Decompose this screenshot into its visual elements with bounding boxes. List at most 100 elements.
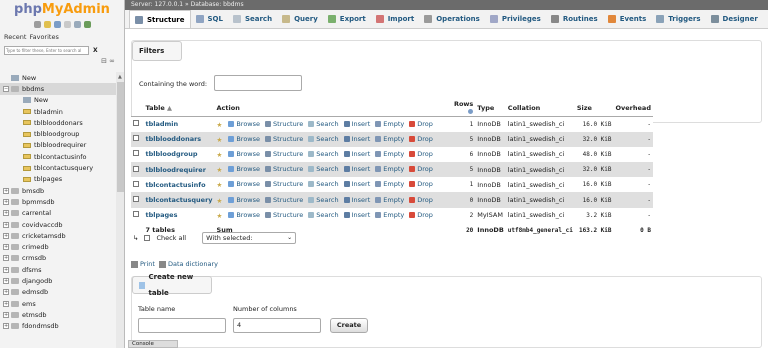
tab-events[interactable]: Events [603,10,652,28]
favorite-star-icon[interactable]: ★ [217,181,223,189]
collapse-icon[interactable]: − [3,85,9,92]
tab-operations[interactable]: Operations [419,10,485,28]
reload-icon[interactable] [83,20,91,28]
collapse-all-button[interactable]: ⊟ ∞ [0,57,124,70]
insert-link[interactable]: Insert [343,165,370,173]
tab-privileges[interactable]: Privileges [485,10,546,28]
browse-link[interactable]: Browse [228,150,260,158]
insert-link[interactable]: Insert [343,211,370,219]
table-name-link[interactable]: tbladmin [143,116,215,132]
insert-link[interactable]: Insert [343,196,370,204]
num-columns-input[interactable]: 4 [233,318,321,333]
expand-icon[interactable]: + [3,255,9,262]
tree-item[interactable]: + crmsdb [0,253,116,264]
print-link[interactable]: Print [131,260,155,268]
tree-item[interactable]: tblblooddonars [0,117,116,128]
row-size[interactable]: 48.0 KiB [574,146,614,163]
favorite-star-icon[interactable]: ★ [217,212,223,220]
home-icon[interactable] [33,20,41,28]
nav-filter-input[interactable]: Type to filter these, Enter to search al [4,45,89,55]
tree-item[interactable]: − bbdms [0,83,116,95]
structure-link[interactable]: Structure [265,135,303,143]
tab-favorites[interactable]: Favorites [29,33,58,41]
data-dictionary-link[interactable]: Data dictionary [158,260,218,268]
filter-word-input[interactable] [214,75,302,91]
tree-item[interactable]: New [0,72,116,83]
favorite-star-icon[interactable]: ★ [217,197,223,205]
structure-link[interactable]: Structure [265,196,303,204]
expand-icon[interactable]: + [3,187,9,194]
settings-icon[interactable] [73,20,81,28]
clear-filter-button[interactable]: X [93,47,98,54]
row-checkbox[interactable] [133,120,139,127]
help-icon[interactable] [53,20,61,28]
structure-link[interactable]: Structure [265,120,303,128]
expand-icon[interactable]: + [3,198,9,205]
drop-link[interactable]: Drop [409,120,433,128]
structure-link[interactable]: Structure [265,180,303,188]
tree-item[interactable]: + dfsms [0,264,116,275]
drop-link[interactable]: Drop [409,135,433,143]
header-collation[interactable]: Collation [505,100,575,117]
browse-link[interactable]: Browse [228,180,260,188]
empty-link[interactable]: Empty [375,196,404,204]
check-all-label[interactable]: Check all [156,234,186,242]
help-icon[interactable] [468,109,474,114]
browse-link[interactable]: Browse [228,211,260,219]
insert-link[interactable]: Insert [343,120,370,128]
browse-link[interactable]: Browse [228,120,260,128]
row-checkbox[interactable] [133,211,139,218]
row-checkbox[interactable] [133,196,139,203]
tab-search[interactable]: Search [228,10,277,28]
docs-icon[interactable] [63,20,71,28]
tree-item[interactable]: tblbloodgroup [0,128,116,139]
row-checkbox[interactable] [133,165,139,172]
search-link[interactable]: Search [308,150,339,158]
row-size[interactable]: 16.0 KiB [574,116,614,132]
nav-scrollbar[interactable]: ▲ [116,72,124,348]
tree-item[interactable]: + carrental [0,208,116,219]
create-button[interactable]: Create [330,318,368,333]
tree-item[interactable]: + edmsdb [0,287,116,298]
tree-item[interactable]: + bpmmsdb [0,196,116,207]
expand-icon[interactable]: + [3,311,9,318]
table-name-link[interactable]: tblblooddonars [143,131,215,147]
console-toggle[interactable]: Console [128,340,178,348]
tree-item[interactable]: New [0,95,116,106]
table-name-link[interactable]: tblbloodrequirer [143,162,215,178]
tree-item[interactable]: tblpages [0,174,116,185]
breadcrumb[interactable]: Server: 127.0.0.1 » Database: bbdms [125,0,768,10]
row-checkbox[interactable] [133,180,139,187]
row-size[interactable]: 32.0 KiB [574,162,614,178]
tree-item[interactable]: + bmsdb [0,185,116,196]
drop-link[interactable]: Drop [409,150,433,158]
table-name-link[interactable]: tblcontactusinfo [143,177,215,193]
row-size[interactable]: 16.0 KiB [574,192,614,208]
expand-icon[interactable]: + [3,244,9,251]
empty-link[interactable]: Empty [375,211,404,219]
search-link[interactable]: Search [308,135,339,143]
search-link[interactable]: Search [308,180,339,188]
row-size[interactable]: 3.2 KiB [574,207,614,223]
tree-item[interactable]: + covidvaccdb [0,219,116,230]
tree-item[interactable]: + cricketamsdb [0,230,116,241]
empty-link[interactable]: Empty [375,135,404,143]
scroll-thumb[interactable] [117,82,124,192]
header-size[interactable]: Size [574,100,614,117]
row-size[interactable]: 16.0 KiB [574,177,614,193]
tree-item[interactable]: tbladmin [0,106,116,117]
table-name-link[interactable]: tblbloodgroup [143,146,215,163]
with-selected-select[interactable]: With selected: ⌄ [202,232,297,244]
tab-designer[interactable]: Designer [706,10,763,28]
tree-item[interactable]: + fdondmsdb [0,321,116,332]
insert-link[interactable]: Insert [343,180,370,188]
browse-link[interactable]: Browse [228,196,260,204]
tab-import[interactable]: Import [371,10,420,28]
tree-item[interactable]: + djangodb [0,275,116,286]
expand-icon[interactable]: + [3,232,9,239]
tab-triggers[interactable]: Triggers [651,10,705,28]
search-link[interactable]: Search [308,211,339,219]
expand-icon[interactable]: + [3,210,9,217]
tab-sql[interactable]: SQL [191,10,228,28]
tab-routines[interactable]: Routines [546,10,603,28]
